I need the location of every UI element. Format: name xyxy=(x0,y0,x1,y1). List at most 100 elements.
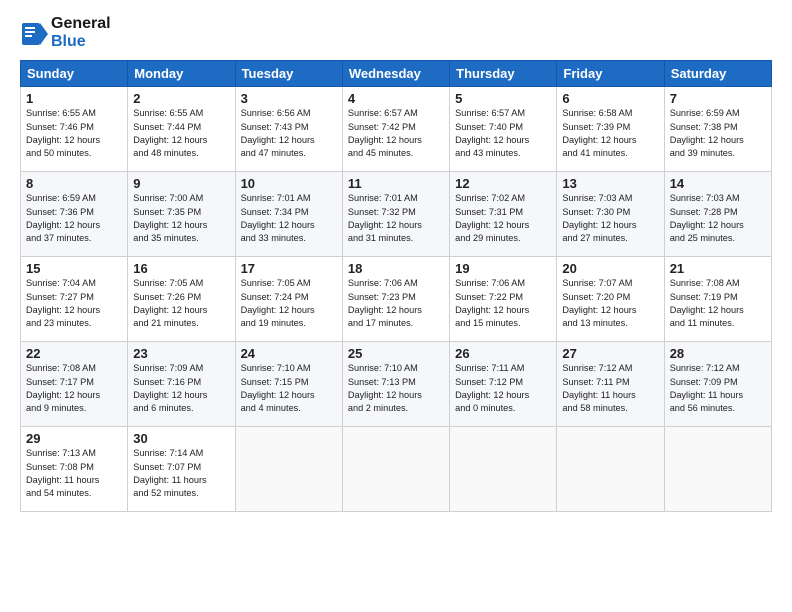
day-number: 21 xyxy=(670,261,766,276)
calendar-cell: 25 Sunrise: 7:10 AMSunset: 7:13 PMDaylig… xyxy=(342,342,449,427)
day-number: 14 xyxy=(670,176,766,191)
day-info: Sunrise: 6:56 AMSunset: 7:43 PMDaylight:… xyxy=(241,107,337,160)
day-number: 24 xyxy=(241,346,337,361)
day-number: 1 xyxy=(26,91,122,106)
day-number: 17 xyxy=(241,261,337,276)
header: General Blue xyxy=(20,15,772,50)
calendar-cell: 15 Sunrise: 7:04 AMSunset: 7:27 PMDaylig… xyxy=(21,257,128,342)
calendar-cell: 6 Sunrise: 6:58 AMSunset: 7:39 PMDayligh… xyxy=(557,87,664,172)
calendar-cell: 14 Sunrise: 7:03 AMSunset: 7:28 PMDaylig… xyxy=(664,172,771,257)
empty-cell xyxy=(557,427,664,512)
day-info: Sunrise: 7:11 AMSunset: 7:12 PMDaylight:… xyxy=(455,362,551,415)
day-number: 27 xyxy=(562,346,658,361)
day-info: Sunrise: 6:59 AMSunset: 7:38 PMDaylight:… xyxy=(670,107,766,160)
calendar-cell: 28 Sunrise: 7:12 AMSunset: 7:09 PMDaylig… xyxy=(664,342,771,427)
calendar-cell: 7 Sunrise: 6:59 AMSunset: 7:38 PMDayligh… xyxy=(664,87,771,172)
day-info: Sunrise: 7:01 AMSunset: 7:32 PMDaylight:… xyxy=(348,192,444,245)
logo-text: General Blue xyxy=(51,15,111,50)
calendar-cell: 20 Sunrise: 7:07 AMSunset: 7:20 PMDaylig… xyxy=(557,257,664,342)
day-number: 2 xyxy=(133,91,229,106)
calendar-cell: 17 Sunrise: 7:05 AMSunset: 7:24 PMDaylig… xyxy=(235,257,342,342)
day-info: Sunrise: 7:08 AMSunset: 7:17 PMDaylight:… xyxy=(26,362,122,415)
calendar-cell: 12 Sunrise: 7:02 AMSunset: 7:31 PMDaylig… xyxy=(450,172,557,257)
calendar-cell: 26 Sunrise: 7:11 AMSunset: 7:12 PMDaylig… xyxy=(450,342,557,427)
empty-cell xyxy=(235,427,342,512)
day-info: Sunrise: 7:03 AMSunset: 7:28 PMDaylight:… xyxy=(670,192,766,245)
day-info: Sunrise: 7:14 AMSunset: 7:07 PMDaylight:… xyxy=(133,447,229,500)
weekday-header: Monday xyxy=(128,61,235,87)
day-info: Sunrise: 7:10 AMSunset: 7:15 PMDaylight:… xyxy=(241,362,337,415)
day-number: 13 xyxy=(562,176,658,191)
day-number: 20 xyxy=(562,261,658,276)
day-number: 9 xyxy=(133,176,229,191)
day-number: 22 xyxy=(26,346,122,361)
day-number: 7 xyxy=(670,91,766,106)
weekday-header: Thursday xyxy=(450,61,557,87)
calendar-cell: 1 Sunrise: 6:55 AMSunset: 7:46 PMDayligh… xyxy=(21,87,128,172)
calendar-cell: 8 Sunrise: 6:59 AMSunset: 7:36 PMDayligh… xyxy=(21,172,128,257)
calendar-cell: 24 Sunrise: 7:10 AMSunset: 7:15 PMDaylig… xyxy=(235,342,342,427)
day-number: 30 xyxy=(133,431,229,446)
day-number: 12 xyxy=(455,176,551,191)
weekday-header: Friday xyxy=(557,61,664,87)
weekday-header: Saturday xyxy=(664,61,771,87)
calendar-cell: 5 Sunrise: 6:57 AMSunset: 7:40 PMDayligh… xyxy=(450,87,557,172)
calendar-cell: 10 Sunrise: 7:01 AMSunset: 7:34 PMDaylig… xyxy=(235,172,342,257)
day-info: Sunrise: 6:57 AMSunset: 7:42 PMDaylight:… xyxy=(348,107,444,160)
weekday-header: Wednesday xyxy=(342,61,449,87)
day-number: 26 xyxy=(455,346,551,361)
day-info: Sunrise: 7:04 AMSunset: 7:27 PMDaylight:… xyxy=(26,277,122,330)
calendar-cell: 16 Sunrise: 7:05 AMSunset: 7:26 PMDaylig… xyxy=(128,257,235,342)
calendar-cell: 27 Sunrise: 7:12 AMSunset: 7:11 PMDaylig… xyxy=(557,342,664,427)
day-info: Sunrise: 6:55 AMSunset: 7:46 PMDaylight:… xyxy=(26,107,122,160)
calendar-cell: 13 Sunrise: 7:03 AMSunset: 7:30 PMDaylig… xyxy=(557,172,664,257)
day-info: Sunrise: 7:06 AMSunset: 7:23 PMDaylight:… xyxy=(348,277,444,330)
calendar-cell: 4 Sunrise: 6:57 AMSunset: 7:42 PMDayligh… xyxy=(342,87,449,172)
day-number: 19 xyxy=(455,261,551,276)
day-info: Sunrise: 7:05 AMSunset: 7:26 PMDaylight:… xyxy=(133,277,229,330)
day-info: Sunrise: 6:55 AMSunset: 7:44 PMDaylight:… xyxy=(133,107,229,160)
day-info: Sunrise: 7:03 AMSunset: 7:30 PMDaylight:… xyxy=(562,192,658,245)
calendar-page: General Blue SundayMondayTuesdayWednesda… xyxy=(0,0,792,612)
day-number: 15 xyxy=(26,261,122,276)
day-number: 23 xyxy=(133,346,229,361)
day-info: Sunrise: 7:05 AMSunset: 7:24 PMDaylight:… xyxy=(241,277,337,330)
day-info: Sunrise: 7:00 AMSunset: 7:35 PMDaylight:… xyxy=(133,192,229,245)
day-number: 5 xyxy=(455,91,551,106)
calendar-table: SundayMondayTuesdayWednesdayThursdayFrid… xyxy=(20,60,772,512)
day-info: Sunrise: 7:08 AMSunset: 7:19 PMDaylight:… xyxy=(670,277,766,330)
day-info: Sunrise: 6:58 AMSunset: 7:39 PMDaylight:… xyxy=(562,107,658,160)
calendar-cell: 29 Sunrise: 7:13 AMSunset: 7:08 PMDaylig… xyxy=(21,427,128,512)
day-number: 8 xyxy=(26,176,122,191)
logo-icon xyxy=(20,19,48,47)
day-number: 25 xyxy=(348,346,444,361)
day-number: 18 xyxy=(348,261,444,276)
day-info: Sunrise: 7:13 AMSunset: 7:08 PMDaylight:… xyxy=(26,447,122,500)
day-number: 29 xyxy=(26,431,122,446)
calendar-cell: 2 Sunrise: 6:55 AMSunset: 7:44 PMDayligh… xyxy=(128,87,235,172)
calendar-cell: 9 Sunrise: 7:00 AMSunset: 7:35 PMDayligh… xyxy=(128,172,235,257)
calendar-cell: 30 Sunrise: 7:14 AMSunset: 7:07 PMDaylig… xyxy=(128,427,235,512)
calendar-cell: 22 Sunrise: 7:08 AMSunset: 7:17 PMDaylig… xyxy=(21,342,128,427)
day-number: 4 xyxy=(348,91,444,106)
day-info: Sunrise: 7:10 AMSunset: 7:13 PMDaylight:… xyxy=(348,362,444,415)
day-number: 28 xyxy=(670,346,766,361)
calendar-cell: 18 Sunrise: 7:06 AMSunset: 7:23 PMDaylig… xyxy=(342,257,449,342)
day-number: 3 xyxy=(241,91,337,106)
empty-cell xyxy=(664,427,771,512)
calendar-cell: 21 Sunrise: 7:08 AMSunset: 7:19 PMDaylig… xyxy=(664,257,771,342)
day-info: Sunrise: 7:07 AMSunset: 7:20 PMDaylight:… xyxy=(562,277,658,330)
day-info: Sunrise: 7:12 AMSunset: 7:09 PMDaylight:… xyxy=(670,362,766,415)
day-info: Sunrise: 6:57 AMSunset: 7:40 PMDaylight:… xyxy=(455,107,551,160)
calendar-cell: 11 Sunrise: 7:01 AMSunset: 7:32 PMDaylig… xyxy=(342,172,449,257)
empty-cell xyxy=(450,427,557,512)
day-info: Sunrise: 7:02 AMSunset: 7:31 PMDaylight:… xyxy=(455,192,551,245)
weekday-header: Sunday xyxy=(21,61,128,87)
day-info: Sunrise: 7:12 AMSunset: 7:11 PMDaylight:… xyxy=(562,362,658,415)
day-info: Sunrise: 7:01 AMSunset: 7:34 PMDaylight:… xyxy=(241,192,337,245)
calendar-cell: 3 Sunrise: 6:56 AMSunset: 7:43 PMDayligh… xyxy=(235,87,342,172)
calendar-cell: 23 Sunrise: 7:09 AMSunset: 7:16 PMDaylig… xyxy=(128,342,235,427)
day-info: Sunrise: 6:59 AMSunset: 7:36 PMDaylight:… xyxy=(26,192,122,245)
day-info: Sunrise: 7:06 AMSunset: 7:22 PMDaylight:… xyxy=(455,277,551,330)
day-number: 10 xyxy=(241,176,337,191)
